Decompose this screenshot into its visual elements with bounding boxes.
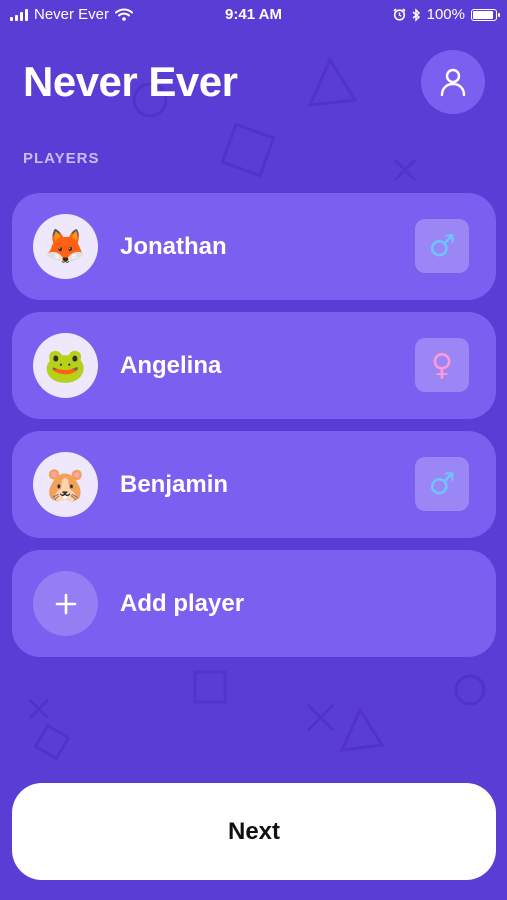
frog-avatar-icon: 🐸 (33, 333, 98, 398)
add-player-button[interactable]: Add player (12, 550, 496, 657)
profile-button[interactable] (421, 50, 485, 114)
next-button[interactable]: Next (12, 783, 496, 880)
player-card-jonathan[interactable]: 🦊 Jonathan ♂ (12, 193, 496, 300)
female-icon[interactable]: ♀ (415, 338, 469, 392)
player-card-benjamin[interactable]: 🐹 Benjamin ♂ (12, 431, 496, 538)
page-title: Never Ever (23, 58, 238, 105)
players-section-label: PLAYERS (23, 150, 100, 167)
bluetooth-icon (412, 7, 420, 22)
player-card-angelina[interactable]: 🐸 Angelina ♀ (12, 312, 496, 419)
player-name: Jonathan (120, 233, 227, 260)
battery-icon (471, 8, 500, 21)
player-name: Benjamin (120, 471, 229, 498)
fox-avatar-icon: 🦊 (33, 214, 98, 279)
alarm-icon (393, 8, 406, 21)
plus-icon (33, 571, 98, 636)
battery-percent: 100% (426, 6, 465, 23)
status-bar: Never Ever 9:41 AM 100% (0, 0, 507, 32)
hamster-avatar-icon: 🐹 (33, 452, 98, 517)
male-icon[interactable]: ♂ (415, 457, 469, 511)
person-icon (440, 68, 466, 96)
male-icon[interactable]: ♂ (415, 219, 469, 273)
player-name: Angelina (120, 352, 222, 379)
add-player-label: Add player (120, 590, 245, 617)
status-right: 100% (393, 6, 500, 23)
